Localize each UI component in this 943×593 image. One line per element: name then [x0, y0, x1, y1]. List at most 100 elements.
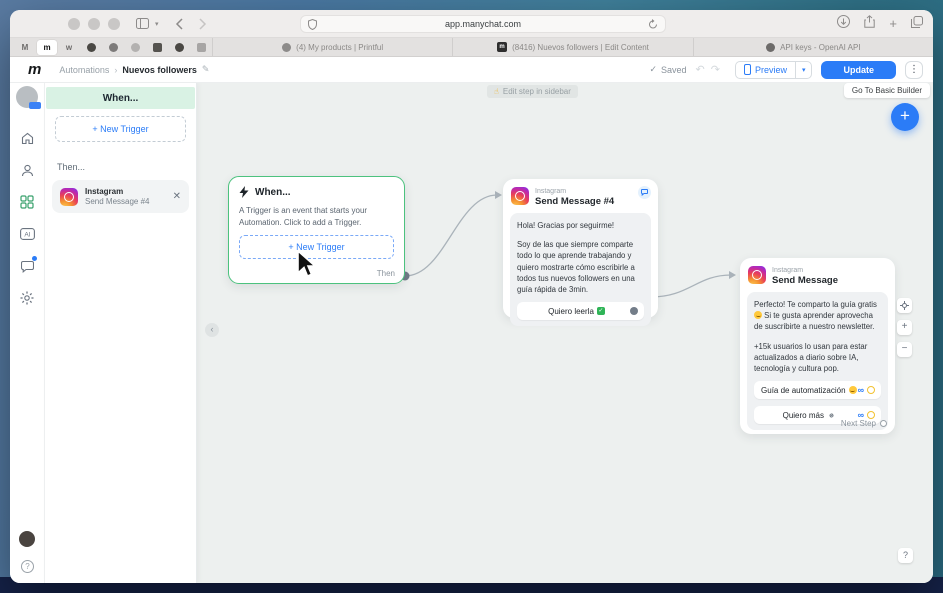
tab-printful[interactable]: (4) My products | Printful [212, 38, 452, 56]
instagram-icon [60, 187, 78, 206]
sidebar-step-card[interactable]: Instagram Send Message #4 ✕ [52, 180, 189, 213]
address-bar[interactable]: app.manychat.com [300, 15, 666, 33]
pinned-tab-github-icon[interactable] [81, 40, 101, 55]
breadcrumb-separator: › [114, 64, 118, 75]
header-more-button[interactable]: ⋮ [905, 60, 923, 79]
send-message-4-node[interactable]: Instagram Send Message #4 Hola! Gracias … [503, 179, 658, 327]
home-icon[interactable] [16, 127, 38, 149]
automation-icon[interactable] [16, 191, 38, 213]
share-icon[interactable] [864, 14, 876, 33]
tab-manychat-editor[interactable]: m (8416) Nuevos followers | Edit Content [452, 38, 692, 56]
tab-openai[interactable]: API keys - OpenAI API [692, 38, 933, 56]
sidebar-chevron-icon[interactable]: ▾ [155, 20, 159, 28]
tab-label: (4) My products | Printful [296, 42, 384, 52]
contacts-icon[interactable] [16, 159, 38, 181]
node-header: Instagram Send Message [747, 265, 888, 292]
edit-step-tooltip: ☝ Edit step in sidebar [487, 85, 578, 98]
pinned-tab-app1-icon[interactable] [103, 40, 123, 55]
check-icon: ✓ [649, 64, 657, 74]
reload-icon[interactable] [648, 19, 658, 32]
zoom-out-button[interactable]: − [897, 342, 912, 357]
collapse-panel-button[interactable]: ‹ [205, 323, 219, 337]
lightning-icon [239, 186, 249, 198]
sidebar-new-trigger-button[interactable]: + New Trigger [55, 116, 186, 142]
pinned-tab-app2-icon[interactable] [125, 40, 145, 55]
help-icon[interactable]: ? [16, 555, 38, 577]
fit-to-screen-button[interactable] [897, 298, 912, 313]
workspace-avatar[interactable] [16, 86, 41, 109]
pinned-tab-app4-icon[interactable] [169, 40, 189, 55]
comment-badge-icon[interactable] [638, 186, 651, 199]
instagram-icon [511, 187, 529, 205]
zoom-in-button[interactable]: + [897, 320, 912, 335]
settings-gear-icon[interactable] [16, 287, 38, 309]
instagram-icon [748, 266, 766, 284]
new-tab-icon[interactable]: + [889, 16, 897, 31]
zoom-window-button[interactable] [108, 17, 120, 30]
button-connector-dot[interactable] [630, 307, 638, 316]
next-step-connector[interactable]: Next Step [841, 419, 887, 428]
browser-window: ▾ app.manychat.com + M m w (4) My produc… [10, 10, 933, 583]
user-avatar[interactable] [19, 531, 35, 547]
pinned-tab-app5-icon[interactable] [191, 40, 211, 55]
close-window-button[interactable] [68, 17, 80, 30]
downloads-icon[interactable] [837, 14, 851, 33]
remove-step-icon[interactable]: ✕ [173, 191, 181, 202]
minimize-window-button[interactable] [88, 17, 100, 30]
preview-main-segment[interactable]: Preview [736, 62, 795, 78]
go-to-basic-builder-button[interactable]: Go To Basic Builder [843, 83, 930, 98]
canvas-help-button[interactable]: ? [898, 548, 913, 563]
smiley-emoji-icon [848, 386, 857, 395]
node-header-text: Instagram Send Message [772, 266, 838, 286]
pinned-tab-mail-icon[interactable]: M [15, 40, 35, 55]
quick-reply-button-1[interactable]: Guía de automatización ∞ [754, 381, 881, 400]
printful-favicon [282, 42, 292, 52]
pinned-tab-manychat-icon[interactable]: m [37, 39, 57, 55]
sidebar-toggle-icon[interactable] [136, 18, 149, 29]
update-button[interactable]: Update [821, 60, 896, 79]
url-link-icon: ∞ [857, 385, 864, 396]
tab-label: API keys - OpenAI API [780, 42, 861, 52]
live-chat-icon[interactable] [16, 255, 38, 277]
message-paragraph: Soy de las que siempre comparte todo lo … [517, 239, 635, 295]
button-connector-handle[interactable] [867, 386, 875, 395]
ai-icon[interactable]: AI [16, 223, 38, 245]
svg-text:?: ? [25, 562, 30, 571]
quick-reply-label: Quiero más [782, 410, 824, 420]
quick-reply-label-wrap: Quiero leerla ✓ [523, 307, 630, 316]
tab-label: (8416) Nuevos followers | Edit Content [512, 42, 649, 52]
url-text: app.manychat.com [444, 19, 522, 29]
link-emoji-icon [829, 413, 834, 419]
send-message-node[interactable]: Instagram Send Message Perfecto! Te comp… [740, 258, 895, 434]
message-paragraph: Perfecto! Te comparto la guía gratis Si … [754, 299, 881, 333]
app-body: AI ? When... + New Trigger Then... Insta… [10, 83, 933, 583]
add-node-fab[interactable]: + [891, 103, 919, 131]
message-paragraph: +15k usuarios lo usan para estar actuali… [754, 341, 868, 374]
nav-rail: AI ? [10, 83, 45, 583]
step-sidebar: When... + New Trigger Then... Instagram … [45, 83, 197, 583]
quick-reply-label: Guía de automatización [761, 385, 846, 395]
when-node-header: When... [239, 186, 394, 198]
tab-overview-icon[interactable] [911, 15, 923, 33]
message-bubble: Perfecto! Te comparto la guía gratis Si … [747, 291, 888, 431]
undo-redo-icons[interactable]: ↶↷ [696, 63, 726, 76]
pinned-tab-wordpress-icon[interactable]: w [59, 40, 79, 55]
next-step-handle[interactable] [880, 420, 887, 427]
forward-icon[interactable] [198, 17, 207, 30]
rename-icon[interactable]: ✎ [202, 64, 210, 75]
breadcrumb-flow-name[interactable]: Nuevos followers [122, 65, 197, 75]
pinned-tab-app3-icon[interactable] [147, 40, 167, 55]
step-channel: Instagram [85, 186, 124, 196]
flow-canvas[interactable]: ☝ Edit step in sidebar Go To Basic Build… [197, 83, 933, 583]
manychat-header: m Automations › Nuevos followers ✎ ✓ Sav… [10, 57, 933, 83]
node-title: Send Message #4 [535, 195, 615, 207]
breadcrumb-automations[interactable]: Automations [59, 65, 109, 75]
quick-reply-label-wrap: Guía de automatización [760, 386, 858, 395]
preview-button[interactable]: Preview ▾ [734, 60, 813, 79]
when-node-title: When... [255, 186, 291, 198]
manychat-logo[interactable]: m [28, 61, 41, 78]
tab-bar: M m w (4) My products | Printful m (8416… [10, 38, 933, 57]
preview-dropdown-chevron[interactable]: ▾ [794, 61, 812, 78]
quick-reply-button[interactable]: Quiero leerla ✓ [517, 302, 644, 321]
back-icon[interactable] [175, 17, 183, 30]
